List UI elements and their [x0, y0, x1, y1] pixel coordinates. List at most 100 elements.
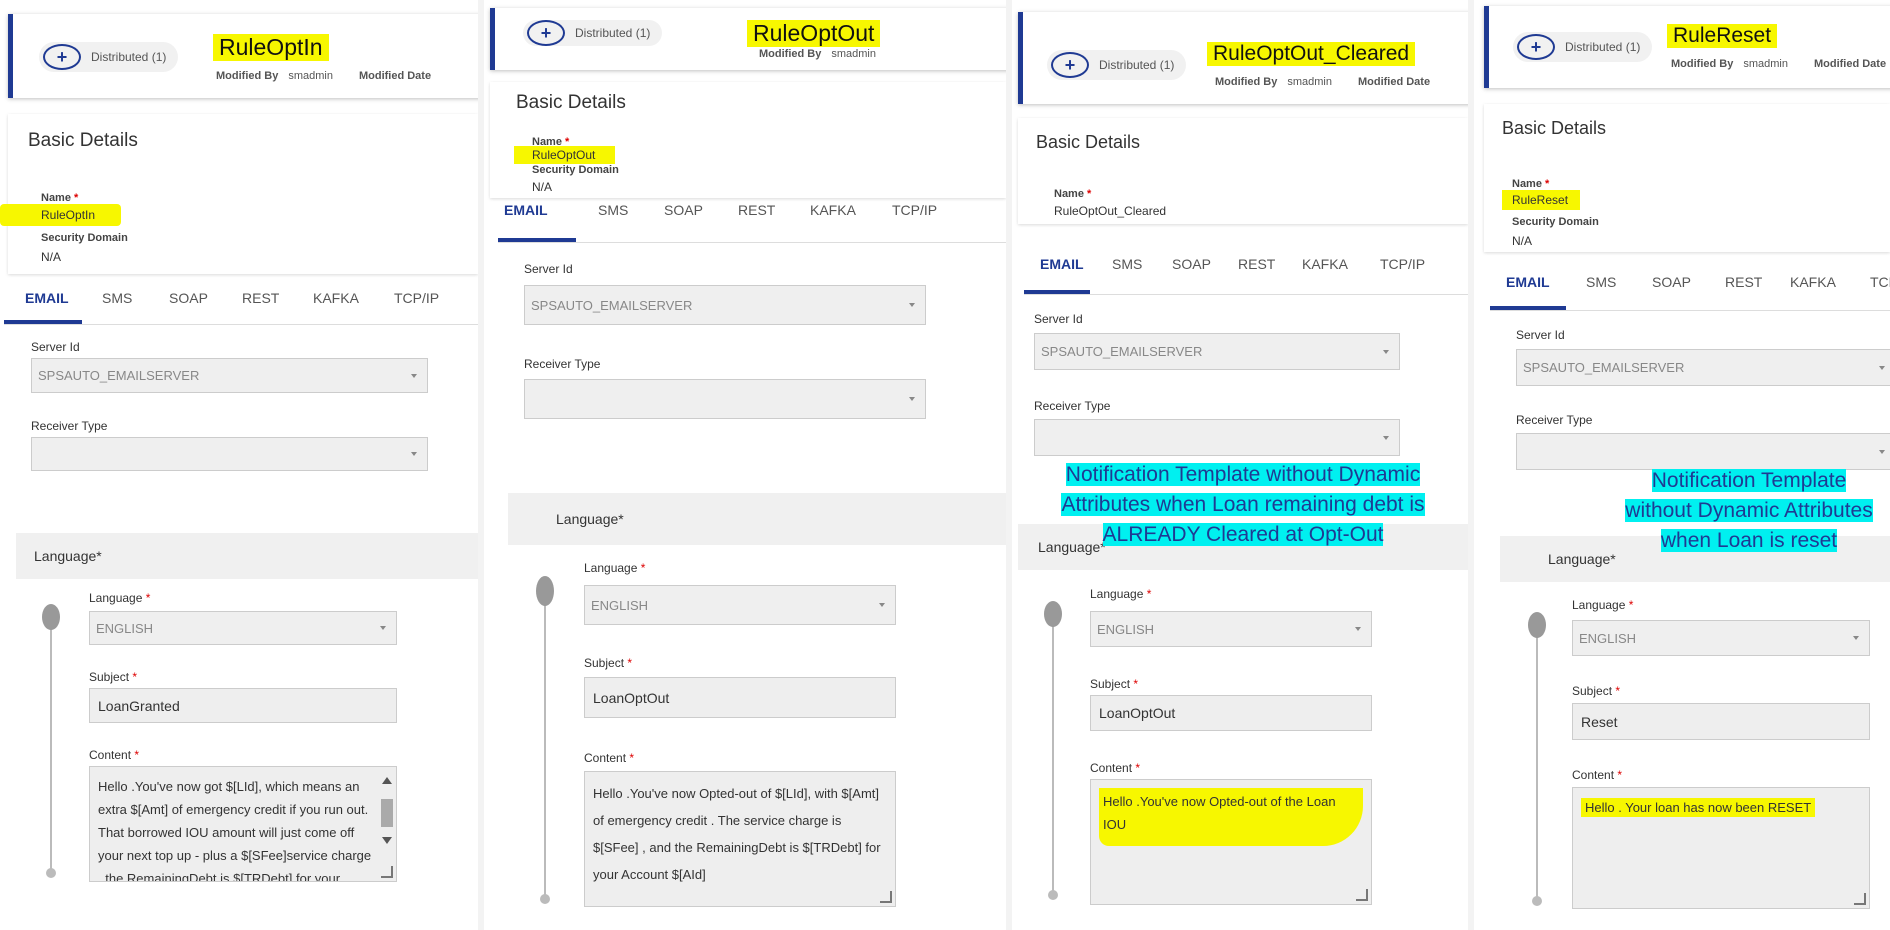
- tab-tcpip[interactable]: TCP/IP: [394, 290, 439, 306]
- resize-grip-icon[interactable]: [381, 866, 393, 878]
- page-title: RuleOptIn: [213, 34, 329, 61]
- tab-email[interactable]: EMAIL: [1040, 256, 1084, 272]
- textarea-scrollbar[interactable]: [380, 773, 394, 875]
- chevron-down-icon: [1355, 627, 1361, 631]
- content-textarea[interactable]: Hello .You've now Opted-out of $[LId], w…: [584, 771, 896, 907]
- tab-sms[interactable]: SMS: [598, 202, 628, 218]
- language-select[interactable]: ENGLISH: [89, 611, 397, 645]
- distributed-badge[interactable]: + Distributed (1): [39, 42, 179, 72]
- receiver-type-select[interactable]: [1516, 433, 1890, 470]
- basic-details-title: Basic Details: [1036, 132, 1141, 152]
- language-select[interactable]: ENGLISH: [1572, 620, 1870, 656]
- chevron-down-icon: [411, 452, 417, 456]
- resize-grip-icon[interactable]: [1854, 893, 1866, 905]
- tab-soap[interactable]: SOAP: [1172, 256, 1211, 272]
- tab-soap[interactable]: SOAP: [1652, 274, 1691, 290]
- chevron-down-icon: [909, 303, 915, 307]
- server-id-select[interactable]: SPSAUTO_EMAILSERVER: [1516, 349, 1890, 386]
- scroll-thumb[interactable]: [381, 799, 393, 827]
- distributed-badge[interactable]: + Distributed (1): [523, 20, 663, 46]
- tab-tcpip[interactable]: TCP/IP: [1380, 256, 1425, 272]
- plus-circle-icon[interactable]: +: [527, 20, 565, 46]
- content-label: Content *: [1090, 761, 1141, 775]
- tab-kafka[interactable]: KAFKA: [1790, 274, 1836, 290]
- tab-sms[interactable]: SMS: [102, 290, 132, 306]
- basic-details-card: Basic Details Name * RuleOptOut Security…: [490, 82, 1006, 198]
- subject-label: Subject *: [89, 670, 138, 684]
- subject-label: Subject *: [584, 656, 633, 670]
- server-id-label: Server Id: [1516, 328, 1565, 342]
- language-select[interactable]: ENGLISH: [584, 585, 896, 625]
- chevron-down-icon: [411, 373, 417, 378]
- tab-soap[interactable]: SOAP: [169, 290, 208, 306]
- language-select[interactable]: ENGLISH: [1090, 611, 1372, 647]
- server-id-select[interactable]: SPSAUTO_EMAILSERVER: [524, 285, 926, 325]
- chevron-down-icon: [1383, 435, 1389, 440]
- tab-soap[interactable]: SOAP: [664, 202, 703, 218]
- subject-input[interactable]: Reset: [1572, 703, 1870, 740]
- page-title: RuleReset: [1667, 24, 1778, 48]
- resize-grip-icon[interactable]: [1356, 889, 1368, 901]
- server-id-select[interactable]: SPSAUTO_EMAILSERVER: [31, 358, 428, 393]
- tab-sms[interactable]: SMS: [1112, 256, 1142, 272]
- plus-circle-icon[interactable]: +: [1517, 34, 1555, 60]
- name-label: Name *: [41, 192, 79, 204]
- server-id-label: Server Id: [31, 340, 80, 354]
- tab-rest[interactable]: REST: [242, 290, 279, 306]
- tab-tcpip[interactable]: TCP/IP: [892, 202, 937, 218]
- security-domain-value: N/A: [532, 180, 553, 194]
- timeline-dot: [1044, 601, 1062, 627]
- receiver-type-select[interactable]: [524, 379, 926, 419]
- tab-kafka[interactable]: KAFKA: [313, 290, 359, 306]
- subject-input[interactable]: LoanOptOut: [1090, 695, 1372, 731]
- distributed-badge[interactable]: + Distributed (1): [1513, 32, 1653, 62]
- subject-input[interactable]: LoanOptOut: [584, 677, 896, 718]
- panel-rule-reset: + Distributed (1) RuleReset Modified By s…: [1474, 0, 1890, 930]
- receiver-type-label: Receiver Type: [524, 357, 601, 371]
- tab-sms[interactable]: SMS: [1586, 274, 1616, 290]
- header-card: + Distributed (1) RuleOptIn Modified By s…: [8, 14, 478, 98]
- subject-input[interactable]: LoanGranted: [89, 688, 397, 723]
- content-textarea[interactable]: Hello .You've now got $[LId], which mean…: [89, 766, 397, 882]
- tab-email[interactable]: EMAIL: [1506, 274, 1550, 290]
- tab-kafka[interactable]: KAFKA: [810, 202, 856, 218]
- receiver-type-label: Receiver Type: [1034, 399, 1111, 413]
- header-card: + Distributed (1) RuleOptOut Modified By…: [490, 8, 1006, 70]
- chevron-down-icon: [879, 603, 885, 607]
- receiver-type-select[interactable]: [1034, 419, 1400, 456]
- server-id-label: Server Id: [1034, 312, 1083, 326]
- channel-tabs: EMAIL SMS SOAP REST KAFKA TCP/IP: [4, 282, 478, 325]
- receiver-type-label: Receiver Type: [1516, 413, 1593, 427]
- annotation-note: Notification Template without Dynamic At…: [1061, 463, 1425, 546]
- timeline-line: [544, 595, 546, 895]
- active-tab-indicator: [1490, 306, 1566, 310]
- name-value: RuleOptIn: [0, 204, 122, 226]
- tab-kafka[interactable]: KAFKA: [1302, 256, 1348, 272]
- timeline-end: [46, 868, 56, 878]
- security-domain-label: Security Domain: [41, 232, 128, 244]
- tab-email[interactable]: EMAIL: [25, 290, 69, 306]
- basic-details-card: Basic Details Name * RuleOptIn Security …: [0, 114, 478, 274]
- page-title: RuleOptOut: [747, 20, 881, 47]
- chevron-down-icon: [909, 397, 915, 401]
- tab-rest[interactable]: REST: [738, 202, 775, 218]
- tab-rest[interactable]: REST: [1238, 256, 1275, 272]
- chevron-down-icon: [1879, 449, 1885, 454]
- tab-tcpip[interactable]: TCP/IP: [1870, 274, 1890, 290]
- modified-info: Modified By smadmin Modified Date: [216, 70, 432, 82]
- scroll-up-icon[interactable]: [382, 777, 392, 784]
- plus-circle-icon[interactable]: +: [43, 44, 81, 70]
- plus-circle-icon[interactable]: +: [1051, 52, 1089, 78]
- name-value: RuleOptOut_Cleared: [1054, 204, 1167, 218]
- tab-rest[interactable]: REST: [1725, 274, 1762, 290]
- server-id-select[interactable]: SPSAUTO_EMAILSERVER: [1034, 333, 1400, 370]
- content-textarea[interactable]: Hello . Your loan has now been RESET: [1572, 787, 1870, 909]
- content-textarea[interactable]: Hello .You've now Opted-out of the Loan …: [1090, 779, 1372, 905]
- distributed-badge[interactable]: + Distributed (1): [1047, 50, 1187, 80]
- tab-email[interactable]: EMAIL: [504, 202, 548, 218]
- name-value: RuleReset: [1502, 190, 1581, 210]
- scroll-down-icon[interactable]: [382, 837, 392, 844]
- timeline-end: [540, 894, 550, 904]
- resize-grip-icon[interactable]: [880, 891, 892, 903]
- receiver-type-select[interactable]: [31, 437, 428, 471]
